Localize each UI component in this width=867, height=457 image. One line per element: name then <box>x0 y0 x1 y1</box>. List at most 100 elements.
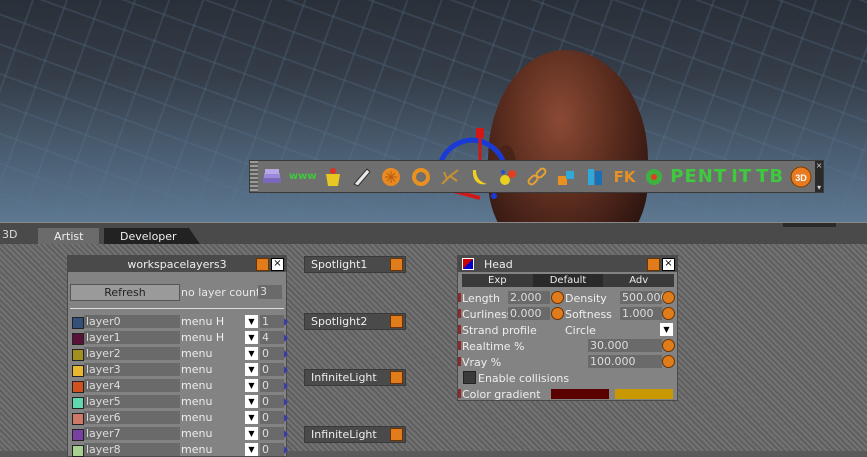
collisions-checkbox[interactable] <box>463 371 476 384</box>
chevron-down-icon[interactable]: ▼ <box>245 395 258 408</box>
layer-value-field[interactable]: 0 <box>260 411 284 424</box>
density-spinner[interactable] <box>662 291 675 304</box>
layer-color-swatch[interactable] <box>72 413 84 425</box>
tab-artist[interactable]: Artist <box>38 228 100 245</box>
close-icon[interactable]: × <box>662 258 675 271</box>
layer-row[interactable]: layer5 menu ▼ 0 <box>68 394 288 409</box>
node-canvas[interactable]: workspacelayers3 × Refresh no layer coun… <box>0 244 867 457</box>
layer-color-swatch[interactable] <box>72 317 84 329</box>
minimize-button[interactable] <box>647 258 660 271</box>
layer-name-field[interactable]: layer6 <box>84 411 180 424</box>
layer-value-field[interactable]: 0 <box>260 347 284 360</box>
layer-row[interactable]: layer7 menu ▼ 0 <box>68 426 288 441</box>
input-pin[interactable] <box>458 389 461 398</box>
paint-bucket-icon[interactable] <box>321 164 346 190</box>
output-pin[interactable] <box>284 398 288 406</box>
layer-color-swatch[interactable] <box>72 397 84 409</box>
length-field[interactable]: 2.000 <box>508 291 550 304</box>
output-pin[interactable] <box>284 318 288 326</box>
layer-value-field[interactable]: 0 <box>260 363 284 376</box>
layer-row[interactable]: layer4 menu ▼ 0 <box>68 378 288 393</box>
input-pin[interactable] <box>458 341 461 350</box>
layer-name-field[interactable]: layer1 <box>84 331 180 344</box>
chevron-down-icon[interactable]: ▼ <box>245 379 258 392</box>
softness-field[interactable]: 1.000 <box>620 307 662 320</box>
output-pin[interactable] <box>284 334 288 342</box>
layer-color-swatch[interactable] <box>72 349 84 361</box>
layer-color-swatch[interactable] <box>72 365 84 377</box>
output-pin[interactable] <box>284 446 288 454</box>
chevron-down-icon[interactable]: ▼ <box>245 331 258 344</box>
layer-row[interactable]: layer6 menu ▼ 0 <box>68 410 288 425</box>
tab-bar-scroll[interactable] <box>783 223 836 227</box>
layer-row[interactable]: layer2 menu ▼ 0 <box>68 346 288 361</box>
branch-icon[interactable] <box>437 164 462 190</box>
3d-viewport[interactable]: www FK PENT IT TB 3D × ▾ <box>0 0 867 222</box>
output-pin[interactable] <box>284 350 288 358</box>
layer-value-field[interactable]: 1 <box>260 315 284 328</box>
subtab-exp[interactable]: Exp <box>462 274 533 287</box>
balls-icon[interactable] <box>495 164 520 190</box>
density-field[interactable]: 500.000 <box>620 291 668 304</box>
gradient-color-end[interactable] <box>615 389 673 399</box>
layer-name-field[interactable]: layer4 <box>84 379 180 392</box>
gradient-color-start[interactable] <box>551 389 609 399</box>
node-toggle-button[interactable] <box>390 315 403 328</box>
input-pin[interactable] <box>458 325 461 334</box>
layer-color-swatch[interactable] <box>72 333 84 345</box>
banana-icon[interactable] <box>466 164 491 190</box>
minimize-button[interactable] <box>256 258 269 271</box>
layer-value-field[interactable]: 0 <box>260 379 284 392</box>
chevron-down-icon[interactable]: ▼ <box>660 323 673 336</box>
subtab-adv[interactable]: Adv <box>603 274 675 287</box>
pent-tool[interactable]: PENT <box>670 164 727 190</box>
close-icon[interactable]: × <box>271 258 284 271</box>
layer-row[interactable]: layer0 menu H ▼ 1 <box>68 314 288 329</box>
layer-value-field[interactable]: 0 <box>260 443 284 456</box>
layer-name-field[interactable]: layer2 <box>84 347 180 360</box>
layer-name-field[interactable]: layer5 <box>84 395 180 408</box>
refresh-button[interactable]: Refresh <box>70 284 180 301</box>
softness-spinner[interactable] <box>662 307 675 320</box>
chevron-down-icon[interactable]: ▼ <box>245 427 258 440</box>
vray-field[interactable]: 100.000 <box>588 355 662 368</box>
infinitelight-node-2[interactable]: InfiniteLight <box>304 426 406 443</box>
fk-icon[interactable]: FK <box>612 164 637 190</box>
layer-row[interactable]: layer1 menu H ▼ 4 <box>68 330 288 345</box>
layer-count-field[interactable]: 3 <box>258 285 282 299</box>
chevron-down-icon[interactable]: ▼ <box>245 347 258 360</box>
output-pin[interactable] <box>284 382 288 390</box>
chevron-down-icon[interactable]: ▼ <box>245 443 258 456</box>
3d-badge-icon[interactable]: 3D <box>788 164 813 190</box>
node-toggle-button[interactable] <box>390 258 403 271</box>
layer-row[interactable]: layer3 menu ▼ 0 <box>68 362 288 377</box>
output-pin[interactable] <box>284 366 288 374</box>
it-tool[interactable]: IT <box>731 164 752 190</box>
toolbar-side-controls[interactable]: × ▾ <box>815 161 823 192</box>
subtab-default[interactable]: Default <box>532 274 604 287</box>
node-toggle-button[interactable] <box>390 371 403 384</box>
donut-icon[interactable] <box>641 164 666 190</box>
realtime-spinner[interactable] <box>662 339 675 352</box>
curliness-field[interactable]: 0.000 <box>508 307 550 320</box>
layers-stack-icon[interactable] <box>260 164 285 190</box>
layer-name-field[interactable]: layer7 <box>84 427 180 440</box>
panels-icon[interactable] <box>583 164 608 190</box>
node-toggle-button[interactable] <box>390 428 403 441</box>
tb-tool[interactable]: TB <box>756 164 784 190</box>
chain-link-icon[interactable] <box>525 164 550 190</box>
output-pin[interactable] <box>284 430 288 438</box>
tab-developer[interactable]: Developer <box>104 228 201 245</box>
infinitelight-node[interactable]: InfiniteLight <box>304 369 406 386</box>
layer-color-swatch[interactable] <box>72 429 84 441</box>
panel-title-bar[interactable]: Head × <box>458 256 677 272</box>
input-pin[interactable] <box>458 309 461 318</box>
layer-color-swatch[interactable] <box>72 445 84 457</box>
output-pin[interactable] <box>284 414 288 422</box>
spotlight1-node[interactable]: Spotlight1 <box>304 256 406 273</box>
chevron-down-icon[interactable]: ▼ <box>245 411 258 424</box>
waffle-icon[interactable] <box>379 164 404 190</box>
ring-icon[interactable] <box>408 164 433 190</box>
layer-value-field[interactable]: 4 <box>260 331 284 344</box>
input-pin[interactable] <box>458 357 461 366</box>
